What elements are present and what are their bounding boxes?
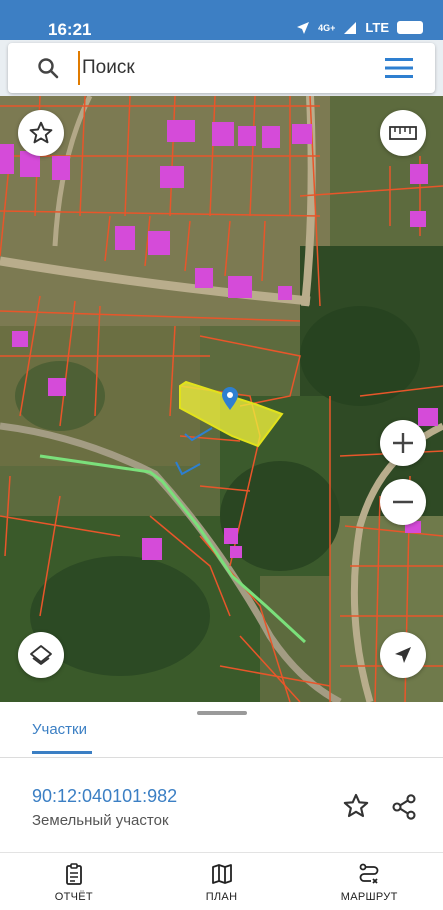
layers-button[interactable] (18, 632, 64, 678)
zoom-out-button[interactable] (380, 479, 426, 525)
sheet-drag-handle[interactable] (197, 711, 247, 715)
search-input[interactable] (78, 51, 368, 85)
tab-underline (32, 751, 92, 754)
battery-icon (397, 21, 423, 34)
menu-icon[interactable] (385, 57, 413, 79)
measure-button[interactable] (380, 110, 426, 156)
nav-report[interactable]: ОТЧЁТ (0, 853, 148, 910)
parcel-cadastral-number[interactable]: 90:12:040101:982 (32, 786, 177, 807)
bottom-navigation: ОТЧЁТ ПЛАН МАРШРУТ (0, 852, 443, 910)
nav-report-label: ОТЧЁТ (54, 891, 93, 903)
star-icon (29, 121, 53, 144)
nav-route-label: МАРШРУТ (340, 891, 398, 903)
nav-plan[interactable]: ПЛАН (148, 853, 296, 910)
nav-plan-label: ПЛАН (205, 891, 238, 903)
status-time: 16:21 (48, 20, 92, 39)
share-icon[interactable] (390, 793, 418, 821)
map-icon (211, 864, 232, 884)
sheet-divider (0, 757, 443, 758)
map-canvas[interactable] (0, 96, 443, 702)
ruler-icon (389, 126, 417, 140)
lte-label: LTE (365, 20, 389, 35)
network-type: 4G+ (318, 22, 336, 33)
zoom-in-button[interactable] (380, 420, 426, 466)
zoom-out-icon (393, 500, 413, 504)
locate-icon (395, 647, 411, 663)
route-icon (359, 863, 379, 884)
layers-icon (30, 645, 52, 665)
search-bar (8, 43, 435, 93)
nav-route[interactable]: МАРШРУТ (295, 853, 443, 910)
navigation-arrow-icon (297, 21, 310, 34)
satellite-map[interactable] (0, 96, 443, 702)
status-bar: 16:21 4G+ LTE (0, 0, 443, 40)
signal-icon (344, 21, 357, 34)
status-indicators: 4G+ LTE (296, 20, 423, 35)
bottom-sheet: Участки 90:12:040101:982 Земельный участ… (0, 702, 443, 852)
app-root: 16:21 4G+ LTE Поиск Участки 90:12:040101… (0, 0, 443, 910)
favorites-button[interactable] (18, 110, 64, 156)
report-icon (65, 863, 82, 885)
tab-plots[interactable]: Участки (32, 721, 87, 738)
search-icon[interactable] (36, 56, 60, 80)
star-icon[interactable] (342, 792, 370, 820)
parcel-type: Земельный участок (32, 812, 169, 829)
zoom-in-icon (393, 433, 413, 453)
my-location-button[interactable] (380, 632, 426, 678)
